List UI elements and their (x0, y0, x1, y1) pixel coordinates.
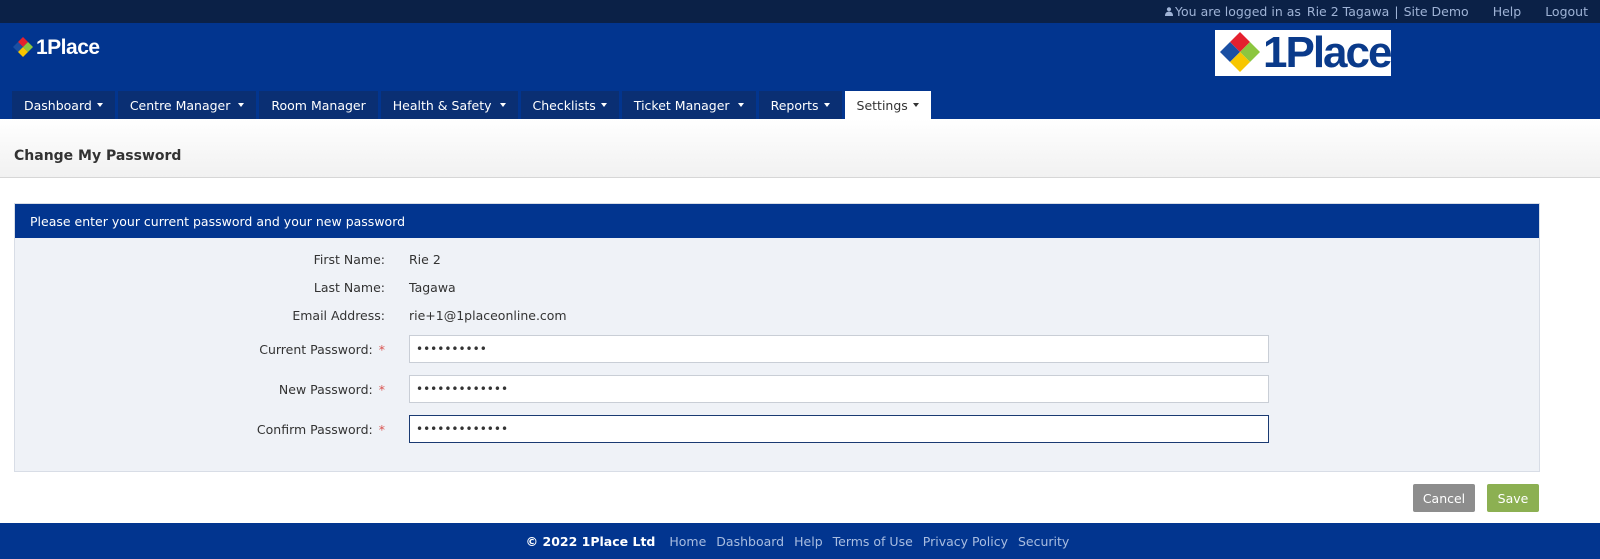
user-icon (1165, 7, 1174, 16)
nav-checklists[interactable]: Checklists (520, 91, 619, 119)
last-name-value: Tagawa (409, 279, 456, 295)
copyright-text: © 2022 1Place Ltd (525, 533, 656, 549)
footer-link-dashboard[interactable]: Dashboard (716, 534, 784, 549)
first-name-label: First Name: (313, 251, 385, 267)
current-password-row: Current Password: * (15, 335, 1539, 363)
email-value: rie+1@1placeonline.com (409, 307, 567, 323)
header: 1Place 1Place Dashboard Centre Manager R… (0, 23, 1600, 119)
user-name: Rie 2 Tagawa (1306, 4, 1390, 19)
email-row: Email Address: rie+1@1placeonline.com (15, 301, 1539, 329)
change-password-panel: Please enter your current password and y… (14, 203, 1540, 472)
main-nav: Dashboard Centre Manager Room Manager He… (12, 91, 931, 119)
confirm-password-input[interactable] (409, 415, 1269, 443)
caret-down-icon (238, 103, 245, 107)
new-password-input[interactable] (409, 375, 1269, 403)
nav-health-safety[interactable]: Health & Safety (380, 91, 518, 119)
required-marker: * (378, 341, 385, 357)
footer: © 2022 1Place Ltd Home Dashboard Help Te… (0, 523, 1600, 559)
logo-diamond-icon (13, 37, 33, 57)
nav-reports[interactable]: Reports (758, 91, 842, 119)
confirm-password-row: Confirm Password: * (15, 415, 1539, 443)
required-marker: * (378, 421, 385, 437)
login-status-text: You are logged in as (1175, 4, 1301, 19)
last-name-label: Last Name: (313, 279, 385, 295)
top-bar-right: You are logged in as Rie 2 Tagawa | Site… (1165, 0, 1588, 23)
page-title-bar: Change My Password (0, 119, 1600, 178)
nav-ticket-manager[interactable]: Ticket Manager (621, 91, 756, 119)
required-marker: * (378, 381, 385, 397)
footer-link-security[interactable]: Security (1018, 534, 1069, 549)
footer-link-privacy[interactable]: Privacy Policy (923, 534, 1008, 549)
footer-link-terms[interactable]: Terms of Use (833, 534, 913, 549)
nav-dashboard[interactable]: Dashboard (12, 91, 115, 119)
caret-down-icon (823, 103, 830, 107)
nav-settings[interactable]: Settings (844, 91, 931, 119)
email-label: Email Address: (292, 307, 385, 323)
new-password-row: New Password: * (15, 375, 1539, 403)
caret-down-icon (96, 103, 103, 107)
footer-link-help[interactable]: Help (794, 534, 823, 549)
help-link[interactable]: Help (1493, 4, 1522, 19)
brand-logo-large: 1Place (1215, 28, 1392, 77)
current-password-label: Current Password: * (259, 341, 385, 357)
first-name-row: First Name: Rie 2 (15, 245, 1539, 273)
logout-link[interactable]: Logout (1545, 4, 1588, 19)
cancel-button[interactable]: Cancel (1413, 484, 1475, 512)
logo-diamond-icon (1220, 32, 1260, 72)
confirm-password-label: Confirm Password: * (256, 421, 385, 437)
caret-down-icon (499, 103, 506, 107)
top-bar: You are logged in as Rie 2 Tagawa | Site… (0, 0, 1600, 23)
current-password-input[interactable] (409, 335, 1269, 363)
page-title: Change My Password (14, 148, 182, 164)
nav-centre-manager[interactable]: Centre Manager (117, 91, 257, 119)
new-password-label: New Password: * (278, 381, 385, 397)
first-name-value: Rie 2 (409, 251, 441, 267)
brand-logo-small[interactable]: 1Place (12, 36, 100, 60)
caret-down-icon (912, 103, 919, 107)
caret-down-icon (600, 103, 607, 107)
caret-down-icon (737, 103, 744, 107)
footer-link-home[interactable]: Home (669, 534, 706, 549)
separator: | (1394, 4, 1399, 19)
save-button[interactable]: Save (1487, 484, 1539, 512)
panel-heading: Please enter your current password and y… (15, 204, 1539, 238)
brand-logo-text: 1Place (36, 36, 100, 59)
nav-room-manager[interactable]: Room Manager (259, 91, 378, 119)
brand-logo-large-text: 1Place (1263, 28, 1392, 77)
site-name: Site Demo (1403, 4, 1469, 19)
last-name-row: Last Name: Tagawa (15, 273, 1539, 301)
